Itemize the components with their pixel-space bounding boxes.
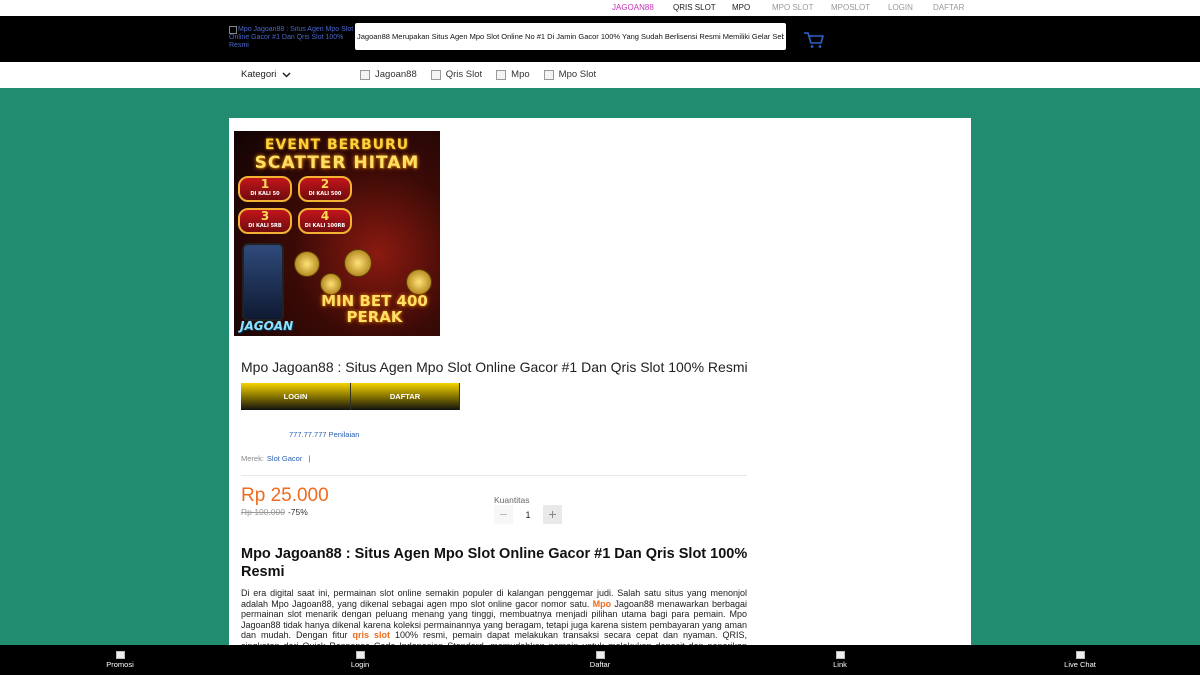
quantity-stepper: 1 [494,505,562,524]
minus-icon [500,514,507,515]
badge-num: 1 [260,177,270,191]
article-heading: Mpo Jagoan88 : Situs Agen Mpo Slot Onlin… [241,546,748,580]
site-logo[interactable]: Mpo Jagoan88 : Situs Agen Mpo Slot Onlin… [229,26,355,54]
toplink-qris-slot[interactable]: QRIS SLOT [673,3,716,12]
bottom-item-link[interactable]: Link [800,651,880,669]
bottom-item-daftar[interactable]: Daftar [560,651,640,669]
badge-sub: DI KALI 50 [250,191,280,197]
nav-link-label: Mpo Slot [558,69,597,80]
badge-num: 4 [320,209,330,223]
banner-line1: EVENT BERBURU [264,137,410,153]
bottom-item-login[interactable]: Login [320,651,400,669]
bottom-nav-bar: Promosi Login Daftar Link Live Chat [0,645,1200,675]
register-icon [595,651,605,659]
nav-link-label: Qris Slot [445,69,483,80]
product-card: EVENT BERBURU SCATTER HITAM 1 DI KALI 50 … [229,118,971,675]
phone-graphic [242,243,284,321]
old-price-line: Rp 100.000 -75% [241,507,308,517]
banner-badge-3: 3 DI KALI 5RB [238,208,292,234]
nav-bar: Kategori Jagoan88 Qris Slot Mpo Mpo Slot [0,62,1200,88]
toplink-login[interactable]: LOGIN [888,3,913,12]
toplink-daftar[interactable]: DAFTAR [933,3,964,12]
bottom-item-label: Login [350,660,370,669]
nav-link-label: Mpo [511,69,530,80]
price: Rp 25.000 [241,485,329,506]
quantity-label: Kuantitas [494,495,530,505]
cart-icon[interactable] [803,31,825,49]
article-link-qris-slot[interactable]: qris slot [353,630,391,640]
badge-sub: DI KALI 5RB [248,223,282,229]
chat-icon [1075,651,1085,659]
banner-badge-2: 2 DI KALI 500 [298,176,352,202]
banner-minbet: MIN BET 400 PERAK [321,292,428,326]
top-links-bar: JAGOAN88 QRIS SLOT MPO MPO SLOT MPOSLOT … [0,0,1200,16]
plus-icon [549,511,556,518]
image-icon [496,69,507,80]
brand-separator: | [308,454,311,463]
nav-link-mpo-slot[interactable]: Mpo Slot [543,69,597,80]
bottom-item-label: Promosi [106,660,134,669]
toplink-mposlot[interactable]: MPOSLOT [831,3,870,12]
banner-badge-1: 1 DI KALI 50 [238,176,292,202]
product-banner-image[interactable]: EVENT BERBURU SCATTER HITAM 1 DI KALI 50 … [234,131,440,336]
toplink-mpo-slot[interactable]: MPO SLOT [772,3,813,12]
chevron-down-icon [282,71,291,78]
nav-link-qris-slot[interactable]: Qris Slot [430,69,483,80]
search-box [355,23,786,50]
image-icon [430,69,441,80]
auth-buttons: LOGIN DAFTAR [241,383,460,410]
bottom-item-live-chat[interactable]: Live Chat [1040,651,1120,669]
search-input[interactable] [355,23,786,50]
promo-icon [115,651,125,659]
bottom-item-label: Live Chat [1064,660,1096,669]
banner-line2: SCATTER HITAM [254,153,420,173]
quantity-increase-button[interactable] [543,505,562,524]
banner-badge-4: 4 DI KALI 100RB [298,208,352,234]
bottom-item-label: Daftar [589,660,611,669]
site-header: Mpo Jagoan88 : Situs Agen Mpo Slot Onlin… [0,16,1200,62]
image-icon [543,69,554,80]
product-title: Mpo Jagoan88 : Situs Agen Mpo Slot Onlin… [241,359,748,375]
quantity-decrease-button[interactable] [494,505,513,524]
quantity-input[interactable]: 1 [513,510,543,520]
kategori-dropdown[interactable]: Kategori [241,69,291,80]
article-link-mpo[interactable]: Mpo [593,599,612,609]
toplink-jagoan88[interactable]: JAGOAN88 [612,3,654,12]
brand-label: Merek: [241,454,264,463]
cart-icon-svg [804,32,824,48]
nav-link-jagoan88[interactable]: Jagoan88 [360,69,417,80]
brand-value-link[interactable]: Slot Gacor [267,454,302,463]
old-price: Rp 100.000 [241,507,285,517]
broken-image-icon [229,26,237,34]
login-icon [355,651,365,659]
login-button[interactable]: LOGIN [241,383,351,410]
rating-count[interactable]: 777.77.777 Penilaian [289,430,359,439]
kategori-label: Kategori [241,69,277,80]
coin-graphic [344,249,372,277]
badge-num: 2 [320,177,330,191]
bottom-item-label: Link [833,660,847,669]
toplink-mpo[interactable]: MPO [732,3,750,12]
badge-sub: DI KALI 500 [308,191,342,197]
badge-sub: DI KALI 100RB [304,223,346,229]
bottom-item-promosi[interactable]: Promosi [80,651,160,669]
logo-alt-text: Mpo Jagoan88 : Situs Agen Mpo Slot Onlin… [229,26,354,49]
link-icon [835,651,845,659]
banner-brand: JAGOAN [240,319,294,333]
divider [241,475,747,476]
badge-num: 3 [260,209,270,223]
nav-link-label: Jagoan88 [375,69,417,80]
nav-link-mpo[interactable]: Mpo [496,69,530,80]
image-icon [360,69,370,80]
coin-graphic [294,251,320,277]
daftar-button[interactable]: DAFTAR [351,383,460,410]
nav-links: Jagoan88 Qris Slot Mpo Mpo Slot [360,69,596,80]
brand-line: Merek: Slot Gacor | [241,454,310,463]
discount-badge: -75% [287,507,308,517]
